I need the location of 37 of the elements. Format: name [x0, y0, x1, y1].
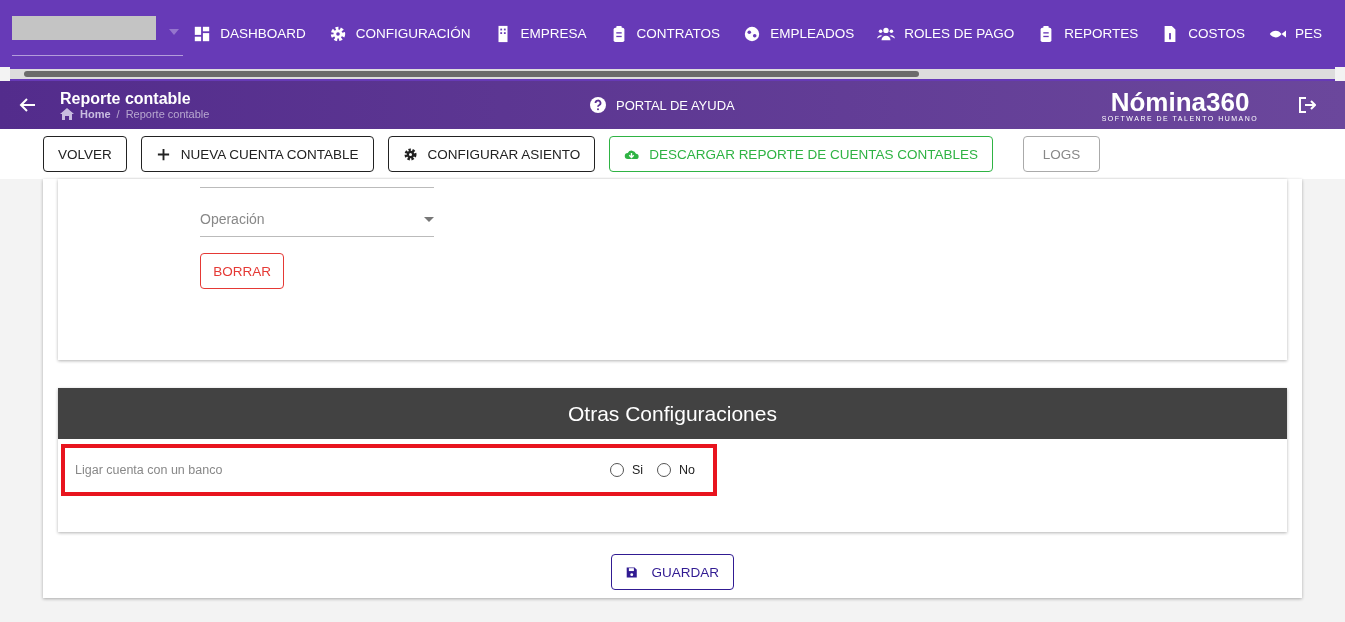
logout-icon[interactable]	[1298, 96, 1316, 114]
radio-option[interactable]: No	[657, 463, 695, 477]
nav-item[interactable]: COSTOS	[1161, 24, 1245, 43]
caret-icon	[424, 216, 434, 222]
caret-icon	[169, 29, 180, 35]
section-header: Otras Configuraciones	[58, 388, 1287, 439]
breadcrumb-link[interactable]: Home	[80, 108, 111, 120]
help-icon	[590, 97, 606, 113]
nav-item[interactable]: CONFIGURACIÓN	[328, 24, 471, 43]
nav-item[interactable]: EMPLEADOS	[743, 24, 855, 43]
nav-item[interactable]: REPORTES	[1037, 24, 1139, 43]
toolbar-button[interactable]: NUEVA CUENTA CONTABLE	[140, 136, 374, 172]
nav-item[interactable]: PES	[1268, 24, 1322, 43]
radio-option[interactable]: Si	[609, 463, 643, 477]
globe-icon	[743, 24, 762, 43]
help-portal-link[interactable]: PORTAL DE AYUDA	[616, 97, 735, 113]
logo-text: Nómina360	[1110, 88, 1250, 115]
breadcrumb-current: Reporte contable	[125, 108, 210, 120]
toolbar-button[interactable]: CONFIGURAR ASIENTO	[387, 136, 596, 172]
breadcrumb-separator: /	[116, 108, 120, 120]
delete-button[interactable]: BORRAR	[200, 253, 284, 289]
settings-icon	[402, 146, 418, 162]
nav-item[interactable]: CONTRATOS	[609, 24, 721, 43]
home-icon	[60, 108, 74, 120]
operation-select[interactable]: Operación	[200, 188, 434, 237]
save-button[interactable]: GUARDAR	[611, 554, 734, 590]
toolbar-button[interactable]: VOLVER	[43, 136, 127, 172]
question-label: Ligar cuenta con un banco	[75, 463, 223, 477]
nav-item[interactable]: ROLES DE PAGO	[877, 24, 1015, 43]
page-title: Reporte contable	[60, 90, 192, 108]
toolbar-button[interactable]: LOGS	[1022, 136, 1100, 172]
dashboard-icon	[193, 24, 212, 43]
settings-icon	[328, 24, 347, 43]
nav-item[interactable]: DASHBOARD	[193, 24, 306, 43]
plus-icon	[155, 146, 171, 162]
scrollbar-thumb[interactable]	[24, 71, 919, 77]
nav-item[interactable]: EMPRESA	[493, 24, 587, 43]
